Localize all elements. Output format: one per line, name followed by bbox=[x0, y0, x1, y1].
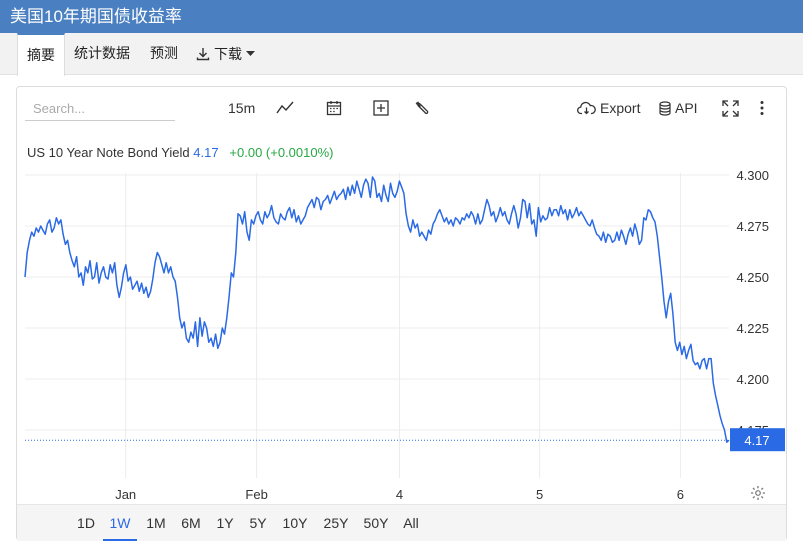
api-label: API bbox=[675, 100, 698, 116]
plus-square-icon bbox=[373, 100, 389, 116]
y-tick-label: 4.225 bbox=[736, 321, 769, 336]
tab-forecast[interactable]: 预测 bbox=[150, 33, 178, 75]
y-tick-label: 4.250 bbox=[736, 270, 769, 285]
cloud-download-icon bbox=[577, 101, 596, 115]
range-button[interactable]: 25Y bbox=[320, 505, 352, 541]
calendar-icon bbox=[326, 101, 342, 116]
tab-forecast-label: 预测 bbox=[150, 45, 178, 61]
tab-summary-label: 摘要 bbox=[27, 47, 55, 63]
page-title: 美国10年期国债收益率 bbox=[0, 0, 803, 33]
range-button[interactable]: 10Y bbox=[279, 505, 311, 541]
wrench-icon bbox=[415, 101, 429, 115]
line-chart-icon bbox=[276, 101, 294, 114]
download-icon bbox=[196, 48, 210, 61]
chart-type-button[interactable] bbox=[276, 97, 294, 119]
range-button[interactable]: 1M bbox=[143, 505, 169, 541]
tab-summary[interactable]: 摘要 bbox=[17, 33, 65, 76]
x-tick-label: 4 bbox=[396, 487, 403, 502]
chart-legend: US 10 Year Note Bond Yield 4.17 +0.00 (+… bbox=[27, 145, 333, 160]
price-chart[interactable]: 4.1754.2004.2254.2504.2754.300 JanFeb456… bbox=[17, 168, 786, 503]
add-indicator-button[interactable] bbox=[373, 97, 389, 119]
tab-statistics[interactable]: 统计数据 bbox=[74, 33, 130, 75]
range-button[interactable]: 5Y bbox=[246, 505, 270, 541]
legend-change: +0.00 (+0.0010%) bbox=[229, 145, 334, 160]
tab-download[interactable]: 下载 bbox=[196, 33, 255, 75]
series-line bbox=[24, 176, 730, 443]
y-tick-label: 4.275 bbox=[736, 219, 769, 234]
y-tick-label: 4.200 bbox=[736, 372, 769, 387]
range-button[interactable]: 1D bbox=[73, 505, 99, 541]
export-button[interactable]: Export bbox=[577, 97, 640, 119]
y-tick-label: 4.300 bbox=[736, 168, 769, 183]
tab-bar: 摘要 统计数据 预测 下载 bbox=[0, 33, 803, 76]
tab-download-label: 下载 bbox=[214, 46, 242, 62]
database-icon bbox=[659, 100, 671, 116]
interval-selector[interactable]: 15m bbox=[228, 97, 255, 119]
range-button[interactable]: 6M bbox=[178, 505, 204, 541]
legend-symbol: US 10 Year Note Bond Yield bbox=[27, 145, 190, 160]
caret-down-icon bbox=[246, 51, 255, 56]
fullscreen-icon bbox=[722, 99, 739, 117]
settings-tool-button[interactable] bbox=[414, 97, 430, 119]
range-button[interactable]: 50Y bbox=[360, 505, 392, 541]
compare-button[interactable] bbox=[326, 97, 342, 119]
range-button[interactable]: 1W bbox=[103, 505, 137, 541]
x-tick-label: Feb bbox=[245, 487, 267, 502]
range-selector: 1D 1W 1M 6M 1Y 5Y 10Y 25Y 50Y All bbox=[17, 504, 786, 541]
kebab-menu-icon bbox=[760, 101, 764, 115]
x-tick-label: Jan bbox=[115, 487, 136, 502]
x-tick-label: 5 bbox=[536, 487, 543, 502]
chart-panel: 15m Export API US 10 Year Note Bond Yiel… bbox=[16, 86, 787, 541]
search-input[interactable] bbox=[25, 97, 175, 121]
x-tick-label: 6 bbox=[677, 487, 684, 502]
fullscreen-button[interactable] bbox=[722, 97, 739, 119]
more-options-button[interactable] bbox=[759, 97, 765, 119]
last-value-badge-label: 4.17 bbox=[744, 433, 769, 448]
range-button[interactable]: All bbox=[400, 505, 422, 541]
api-button[interactable]: API bbox=[659, 97, 698, 119]
chart-settings-gear-icon[interactable] bbox=[750, 485, 766, 501]
export-label: Export bbox=[600, 100, 641, 116]
tab-statistics-label: 统计数据 bbox=[74, 45, 130, 61]
legend-value: 4.17 bbox=[193, 145, 219, 160]
range-button[interactable]: 1Y bbox=[213, 505, 237, 541]
